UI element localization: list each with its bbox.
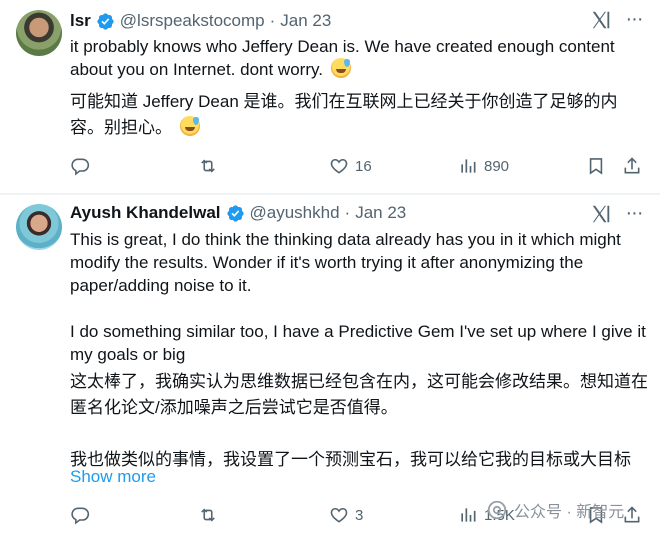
share-icon: [624, 506, 640, 523]
separator-dot: ·: [344, 203, 351, 222]
reply-icon: [71, 158, 90, 176]
watermark-text: 公众号 · 新智元: [514, 504, 625, 521]
avatar[interactable]: [16, 10, 62, 56]
like-count: 16: [355, 157, 372, 175]
views-chart-icon: [461, 159, 476, 173]
tweet-lsr[interactable]: lsr @lsrspeakstocomp · Jan 23 ··· it pro…: [0, 0, 660, 194]
verified-badge-icon: [226, 204, 244, 222]
bookmark-icon: [589, 158, 603, 175]
retweet-button[interactable]: [198, 151, 224, 181]
share-icon: [624, 157, 640, 174]
show-more-link[interactable]: Show more: [70, 467, 156, 487]
sweat-smile-emoji-icon: [330, 58, 351, 78]
tweet-text-zh-content: 可能知道 Jeffery Dean 是谁。我们在互联网上已经关于你创造了足够的内…: [70, 92, 618, 137]
reply-button[interactable]: [70, 500, 96, 530]
tweet-text-english: This is great, I do think the thinking d…: [70, 230, 646, 364]
tweet-date[interactable]: Jan 23: [280, 11, 331, 31]
retweet-button[interactable]: [198, 500, 224, 530]
more-options-icon[interactable]: ···: [624, 203, 644, 223]
verified-badge-icon: [97, 12, 114, 30]
reply-button[interactable]: [70, 151, 96, 181]
tweet-header: Ayush Khandelwal @ayushkhd · Jan 23: [70, 201, 406, 225]
like-button[interactable]: 16: [329, 151, 372, 181]
retweet-icon: [201, 159, 215, 173]
grok-icon[interactable]: [590, 203, 612, 225]
tweet-text-chinese: 可能知道 Jeffery Dean 是谁。我们在互联网上已经关于你创造了足够的内…: [70, 89, 650, 141]
tweet-header: lsr @lsrspeakstocomp · Jan 23: [70, 9, 331, 33]
wechat-official-account-icon: [487, 500, 507, 520]
avatar[interactable]: [16, 204, 62, 250]
bookmark-button[interactable]: [586, 151, 606, 181]
heart-icon: [330, 507, 348, 523]
tweet-actions: 16 890: [64, 151, 644, 181]
share-button[interactable]: [622, 500, 642, 530]
user-handle[interactable]: @lsrspeakstocomp: [120, 11, 265, 31]
display-name[interactable]: lsr: [70, 11, 91, 31]
like-count: 3: [355, 506, 364, 524]
tweet-ayush-khandelwal[interactable]: Ayush Khandelwal @ayushkhd · Jan 23 ··· …: [0, 195, 660, 538]
like-button[interactable]: 3: [329, 500, 363, 530]
retweet-icon: [201, 508, 215, 522]
watermark: 公众号 · 新智元: [486, 498, 624, 522]
sweat-smile-emoji-icon: [179, 116, 200, 136]
separator-dot: ·: [269, 11, 276, 30]
user-handle[interactable]: @ayushkhd: [250, 203, 340, 223]
reply-icon: [71, 507, 90, 525]
more-options-icon[interactable]: ···: [624, 9, 644, 29]
tweet-text-english: it probably knows who Jeffery Dean is. W…: [70, 35, 650, 81]
views-chart-icon: [461, 508, 476, 522]
grok-icon[interactable]: [590, 9, 612, 31]
tweet-text-chinese: 这太棒了，我确实认为思维数据已经包含在内，这可能会修改结果。想知道在匿名化论文/…: [70, 372, 648, 469]
heart-icon: [330, 158, 348, 174]
tweet-date[interactable]: Jan 23: [355, 203, 406, 223]
share-button[interactable]: [622, 151, 642, 181]
views-count: 890: [484, 157, 510, 175]
display-name[interactable]: Ayush Khandelwal: [70, 203, 221, 223]
views-button[interactable]: 890: [458, 151, 509, 181]
